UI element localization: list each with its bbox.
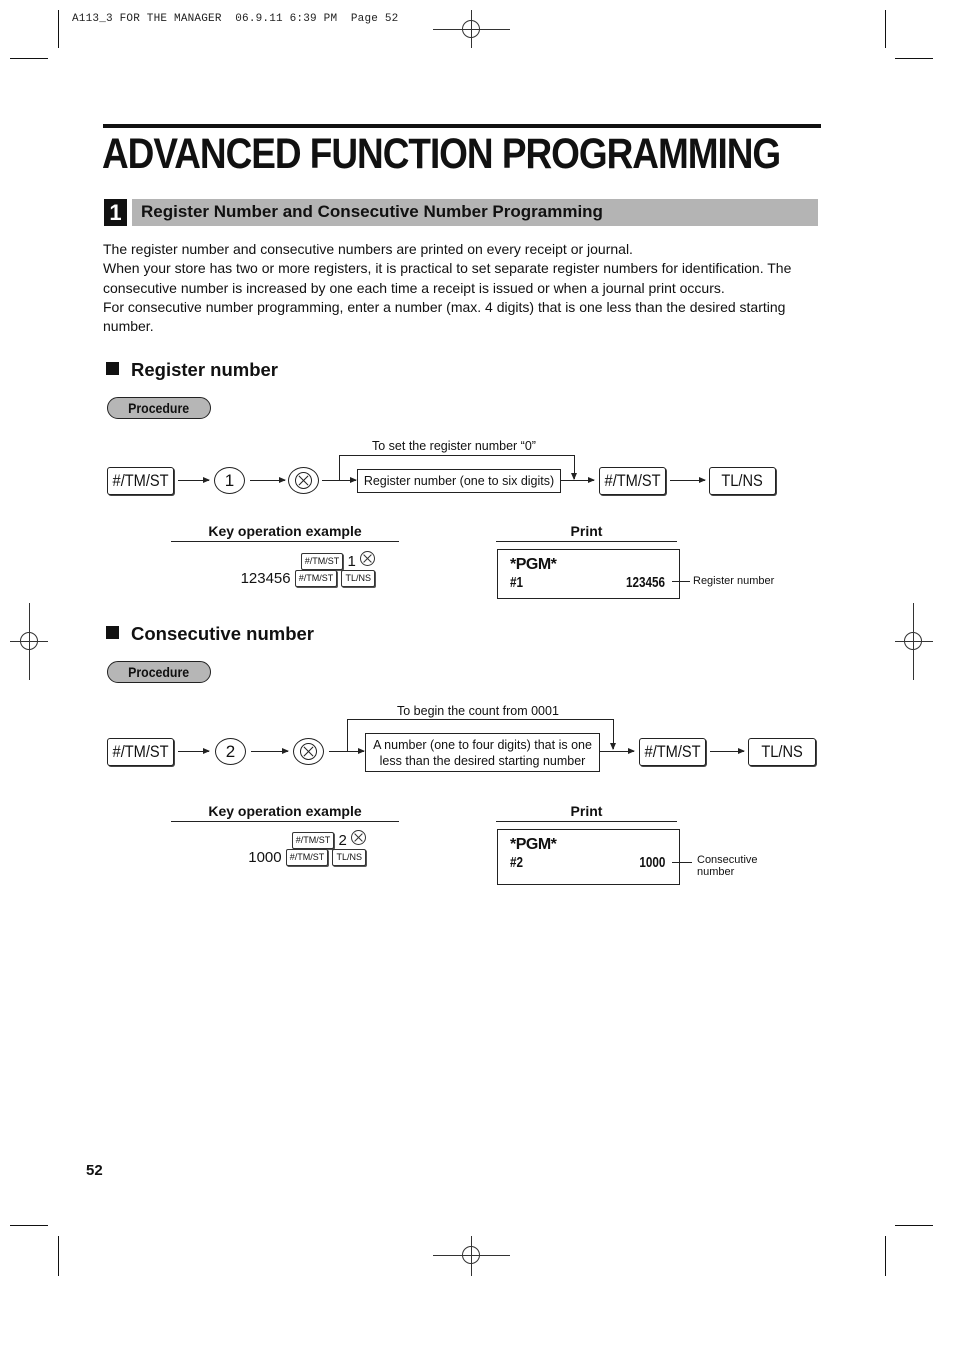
bypass-line (339, 455, 340, 481)
consecutive-number-heading: Consecutive number (106, 623, 314, 645)
consecutive-number-entry-box: A number (one to four digits) that is on… (365, 733, 600, 772)
key-number-2: 2 (215, 738, 246, 765)
crop-mark (895, 1225, 933, 1226)
flow-arrow (178, 748, 210, 754)
receipt-print: *PGM* #2 1000 (497, 829, 680, 885)
flow-arrow (251, 748, 289, 754)
intro-paragraph: When your store has two or more register… (103, 260, 792, 296)
key-operation-number: 1 (347, 553, 356, 570)
flow-arrow (710, 748, 745, 754)
mini-key-tm-st: #/TM/ST (291, 832, 335, 849)
square-bullet-icon (106, 362, 119, 375)
print-heading: Print (496, 803, 677, 822)
bypass-line (347, 719, 348, 752)
register-number-entry-box: Register number (one to six digits) (357, 469, 561, 493)
intro-text: The register number and consecutive numb… (103, 240, 823, 336)
crop-mark (58, 1236, 59, 1276)
key-operation-number: 2 (338, 832, 347, 849)
register-number-heading: Register number (106, 359, 278, 381)
square-bullet-icon (106, 626, 119, 639)
page-number: 52 (86, 1162, 103, 1179)
entry-box-line: less than the desired starting number (379, 754, 586, 768)
receipt-line: *PGM* (510, 836, 557, 853)
key-tm-st: #/TM/ST (107, 738, 174, 766)
receipt-print: *PGM* #1 123456 (497, 549, 680, 599)
section-number: 1 (104, 199, 127, 226)
receipt-line: *PGM* (510, 556, 557, 573)
key-tl-ns: TL/NS (748, 738, 816, 766)
receipt-line: #1 (510, 574, 524, 591)
key-number-1: 1 (214, 467, 245, 494)
intro-paragraph: The register number and consecutive numb… (103, 241, 633, 257)
registration-mark-icon (904, 632, 922, 650)
flow-arrow (178, 477, 210, 483)
bypass-line (339, 455, 574, 456)
crop-mark (10, 1225, 48, 1226)
print-slug: A113_3 FOR THE MANAGER 06.9.11 6:39 PM P… (72, 13, 399, 25)
section-title: Register Number and Consecutive Number P… (141, 202, 603, 221)
key-operation-heading: Key operation example (171, 803, 399, 822)
receipt-line: #2 (510, 854, 524, 871)
registration-mark-icon (462, 20, 480, 38)
mini-key-tl-ns: TL/NS (341, 570, 375, 587)
crop-mark (885, 1236, 886, 1276)
receipt-value: 1000 (638, 854, 665, 871)
crop-mark (58, 10, 59, 48)
multiply-key-icon (360, 551, 375, 566)
mini-key-tm-st: #/TM/ST (285, 849, 329, 866)
registration-mark-icon (20, 632, 38, 650)
crop-mark (895, 58, 933, 59)
bypass-label: To begin the count from 0001 (397, 704, 559, 718)
crop-mark (10, 58, 48, 59)
bypass-line (347, 719, 613, 720)
multiply-key-icon (351, 830, 366, 845)
flow-arrow (561, 477, 595, 483)
callout-label: Register number (693, 575, 775, 587)
receipt-value: 123456 (625, 574, 665, 591)
flow-arrow (670, 477, 706, 483)
callout-line (672, 581, 690, 582)
key-tm-st: #/TM/ST (599, 467, 666, 495)
flow-arrow (250, 477, 286, 483)
key-operation-line: 1000 #/TM/ST TL/NS (171, 849, 366, 866)
page-title: ADVANCED FUNCTION PROGRAMMING (102, 130, 781, 178)
registration-mark-icon (462, 1246, 480, 1264)
mini-key-tm-st: #/TM/ST (294, 570, 338, 587)
callout-line (672, 862, 692, 863)
key-operation-line: #/TM/ST 1 (171, 551, 375, 570)
mini-key-tm-st: #/TM/ST (300, 553, 344, 570)
key-tl-ns: TL/NS (709, 467, 776, 495)
key-tm-st: #/TM/ST (107, 467, 174, 495)
bypass-arrow (571, 455, 577, 480)
flow-arrow (600, 748, 635, 754)
multiply-key-icon (288, 467, 319, 494)
mini-key-tl-ns: TL/NS (332, 849, 366, 866)
key-tm-st: #/TM/ST (639, 738, 706, 766)
bypass-label: To set the register number “0” (372, 439, 536, 453)
key-operation-line: #/TM/ST 2 (171, 830, 366, 849)
key-operation-value: 1000 (248, 849, 282, 866)
procedure-label: Procedure (107, 661, 211, 683)
key-operation-value: 123456 (240, 570, 291, 587)
callout-label: Consecutive number (697, 854, 758, 878)
bypass-arrow (610, 719, 616, 750)
multiply-key-icon (293, 738, 324, 765)
intro-paragraph: For consecutive number programming, ente… (103, 298, 786, 335)
print-heading: Print (496, 523, 677, 542)
crop-mark (885, 10, 886, 48)
entry-box-line: A number (one to four digits) that is on… (373, 738, 592, 752)
key-operation-heading: Key operation example (171, 523, 399, 542)
procedure-label: Procedure (107, 397, 211, 419)
key-operation-line: 123456 #/TM/ST TL/NS (171, 570, 375, 587)
